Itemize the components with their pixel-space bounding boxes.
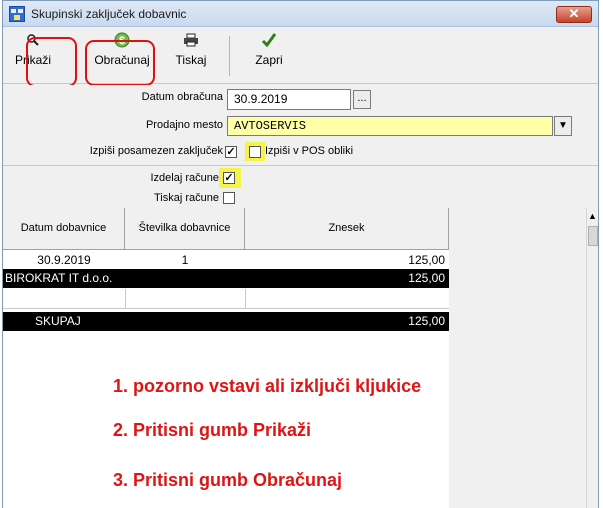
toolbar: Prikaži $ Obračunaj Tiskaj Zapri: [3, 28, 598, 87]
deliveries-grid-area: Datum dobavnice Številka dobavnice Znese…: [3, 208, 598, 508]
close-window-button[interactable]: ✕: [556, 6, 592, 23]
print-single-label: Izpiši posamezen zaključek: [89, 145, 223, 157]
deliveries-grid: Datum dobavnice Številka dobavnice Znese…: [3, 208, 449, 508]
chevron-down-icon: ▼: [558, 120, 568, 131]
location-dropdown-button[interactable]: ▼: [554, 116, 572, 136]
location-select[interactable]: AVTOSERVIS: [227, 116, 553, 136]
app-icon: [9, 6, 25, 22]
instruction-1: 1. pozorno vstavi ali izključi kljukice: [113, 376, 422, 396]
print-single-checkbox[interactable]: ✓: [225, 146, 237, 158]
scroll-thumb[interactable]: [588, 226, 598, 246]
checkmark-icon: ✓: [224, 172, 234, 184]
total-amount: 125,00: [408, 314, 445, 328]
create-invoices-checkbox[interactable]: ✓: [223, 172, 235, 184]
dialog-window: Skupinski zaključek dobavnic ✕ Prikaži $…: [2, 0, 599, 508]
column-header-number[interactable]: Številka dobavnice: [125, 208, 245, 250]
close-dialog-button[interactable]: Zapri: [247, 32, 291, 80]
group-name: BIROKRAT IT d.o.o.: [5, 271, 113, 285]
calculate-highlight: [85, 40, 155, 86]
date-label: Datum obračuna: [141, 91, 223, 103]
empty-row: [3, 289, 449, 309]
total-label: SKUPAJ: [35, 314, 81, 328]
location-label: Prodajno mesto: [145, 119, 223, 131]
group-row[interactable]: BIROKRAT IT d.o.o. 125,00: [3, 269, 449, 288]
group-amount: 125,00: [408, 271, 445, 285]
form-divider: [3, 165, 598, 166]
row-date: 30.9.2019: [37, 253, 91, 267]
print-invoices-checkbox[interactable]: [223, 192, 235, 204]
date-input[interactable]: 30.9.2019: [227, 89, 351, 110]
pos-form-checkbox[interactable]: [249, 146, 261, 158]
cell-divider: [125, 289, 126, 309]
cell-divider: [245, 289, 246, 309]
title-bar: Skupinski zaključek dobavnic ✕: [3, 1, 598, 27]
pos-form-label: Izpiši v POS obliki: [265, 145, 354, 157]
print-button[interactable]: Tiskaj: [169, 32, 213, 80]
close-dialog-label: Zapri: [255, 53, 283, 67]
checkmark-icon: [247, 32, 291, 52]
create-invoices-label: Izdelaj račune: [150, 172, 220, 184]
total-row[interactable]: SKUPAJ 125,00: [3, 312, 449, 331]
settings-form: Datum obračuna 30.9.2019 ... Prodajno me…: [3, 85, 598, 207]
date-picker-button[interactable]: ...: [353, 90, 371, 109]
toolbar-separator: [229, 36, 230, 76]
checkmark-icon: ✓: [226, 146, 236, 158]
close-icon: ✕: [568, 6, 580, 21]
vertical-scrollbar[interactable]: ▲: [586, 208, 598, 508]
instruction-3: 3. Pritisni gumb Obračunaj: [113, 470, 343, 490]
print-invoices-label: Tiskaj račune: [153, 192, 219, 204]
scroll-up-icon[interactable]: ▲: [588, 211, 597, 221]
print-label: Tiskaj: [175, 53, 207, 67]
column-header-amount[interactable]: Znesek: [245, 208, 449, 250]
show-highlight: [26, 37, 77, 87]
instruction-2: 2. Pritisni gumb Prikaži: [113, 420, 312, 440]
row-amount: 125,00: [408, 253, 445, 267]
row-number: 1: [181, 253, 189, 267]
window-title: Skupinski zaključek dobavnic: [31, 7, 187, 21]
column-header-date[interactable]: Datum dobavnice: [3, 208, 125, 250]
printer-icon: [169, 32, 213, 52]
